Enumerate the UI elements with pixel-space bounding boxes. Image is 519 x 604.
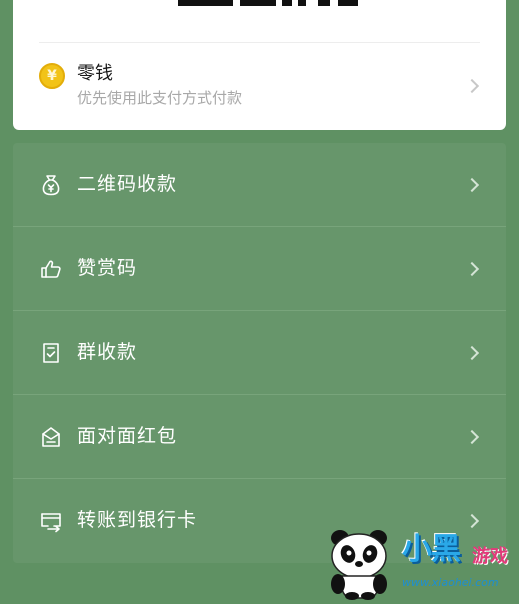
watermark-brand: 小黑 [402, 532, 461, 567]
menu-item-label: 面对面红包 [77, 425, 178, 447]
menu-item-label: 二维码收款 [77, 173, 178, 195]
watermark-url: www.xiaohei.com [402, 576, 499, 589]
menu-item-label: 转账到银行卡 [77, 509, 198, 531]
red-packet-icon [42, 427, 60, 447]
chevron-right-icon [464, 177, 480, 193]
payment-code-barcode[interactable] [178, 0, 358, 6]
payment-menu: 二维码收款 赞赏码 群收款 面对面红包 转账到银行卡 [13, 143, 506, 563]
group-bill-icon [43, 343, 59, 363]
bank-card-transfer-icon [41, 513, 61, 533]
chevron-right-icon [464, 261, 480, 277]
thumbs-up-icon [41, 260, 61, 278]
payment-method-row[interactable]: ¥ 零钱 优先使用此支付方式付款 [13, 43, 506, 130]
chevron-right-icon [464, 345, 480, 361]
panda-logo-icon [331, 530, 387, 600]
menu-item-face-to-face-red-packet[interactable]: 面对面红包 [13, 395, 506, 479]
site-watermark: 小黑 游戏 www.xiaohei.com [322, 526, 518, 600]
menu-item-group-payment[interactable]: 群收款 [13, 311, 506, 395]
menu-item-qr-receive[interactable]: 二维码收款 [13, 143, 506, 227]
money-bag-icon [42, 175, 60, 196]
payment-card: ¥ 零钱 优先使用此支付方式付款 [13, 0, 506, 130]
menu-item-label: 群收款 [77, 341, 138, 363]
watermark-game: 游戏 [472, 546, 508, 567]
chevron-right-icon [464, 78, 480, 94]
menu-item-reward-code[interactable]: 赞赏码 [13, 227, 506, 311]
payment-method-subtitle: 优先使用此支付方式付款 [77, 89, 243, 107]
payment-method-title: 零钱 [77, 63, 113, 84]
coin-icon: ¥ [39, 63, 65, 89]
chevron-right-icon [464, 429, 480, 445]
menu-item-label: 赞赏码 [77, 257, 138, 279]
